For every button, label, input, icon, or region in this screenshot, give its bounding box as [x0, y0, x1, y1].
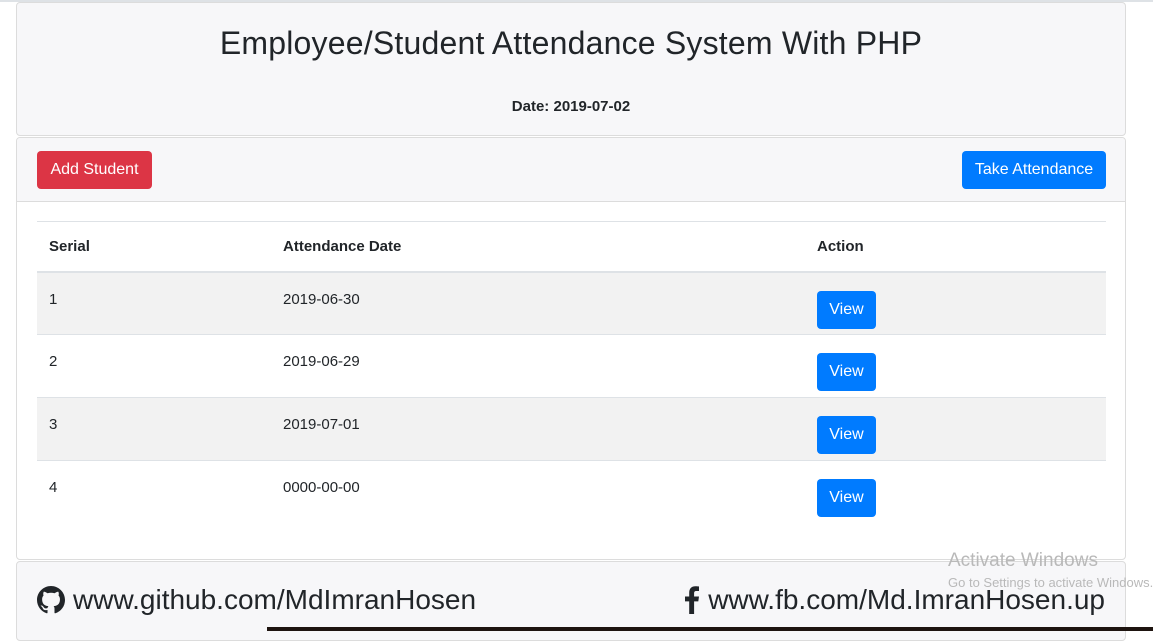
attendance-card: Add Student Take Attendance Serial Atten…: [16, 137, 1126, 560]
row-date: 2019-06-30: [283, 290, 360, 308]
activate-windows-watermark: Activate Windows Go to Settings to activ…: [948, 550, 1153, 590]
add-student-button[interactable]: Add Student: [37, 151, 152, 189]
table-row: 1 2019-06-30 View: [37, 271, 1106, 335]
view-button[interactable]: View: [817, 479, 876, 517]
github-url: www.github.com/MdImranHosen: [73, 584, 477, 615]
table-row: 3 2019-07-01 View: [37, 397, 1106, 461]
row-action: View: [805, 272, 1106, 335]
table-header-row: Serial Attendance Date Action: [37, 221, 1106, 273]
row-date: 2019-07-01: [271, 397, 805, 461]
column-header-serial: Serial: [37, 221, 271, 273]
row-serial: 3: [37, 397, 271, 461]
view-button[interactable]: View: [817, 416, 876, 454]
card-toolbar: Add Student Take Attendance: [17, 138, 1125, 202]
table-row: 4 0000-00-00 View: [37, 460, 1106, 524]
column-header-date: Attendance Date: [271, 221, 805, 273]
view-button[interactable]: View: [817, 290, 876, 329]
taskbar-edge: [267, 627, 1153, 631]
row-date: 2019-06-29: [271, 334, 805, 398]
github-icon: [37, 586, 65, 614]
current-date: Date: 2019-07-02: [511, 98, 631, 115]
row-action: View: [805, 460, 1106, 524]
row-serial: 4: [37, 460, 271, 524]
watermark-title: Activate Windows: [948, 550, 1098, 571]
column-header-action: Action: [805, 221, 1106, 273]
row-date: 0000-00-00: [271, 460, 805, 524]
row-action: View: [805, 397, 1106, 461]
facebook-icon: [684, 586, 700, 614]
watermark-subtitle: Go to Settings to activate Windows.: [948, 575, 1153, 590]
page-header: Employee/Student Attendance System With …: [16, 2, 1126, 136]
table-row: 2 2019-06-29 View: [37, 334, 1106, 398]
page-title: Employee/Student Attendance System With …: [219, 25, 923, 61]
attendance-table: Serial Attendance Date Action 1 2019-06-…: [37, 221, 1106, 524]
row-serial: 1: [49, 290, 58, 308]
take-attendance-button[interactable]: Take Attendance: [962, 151, 1106, 189]
row-action: View: [805, 334, 1106, 398]
github-link[interactable]: www.github.com/MdImranHosen: [37, 584, 476, 616]
row-serial: 2: [37, 334, 271, 398]
view-button[interactable]: View: [817, 353, 876, 391]
